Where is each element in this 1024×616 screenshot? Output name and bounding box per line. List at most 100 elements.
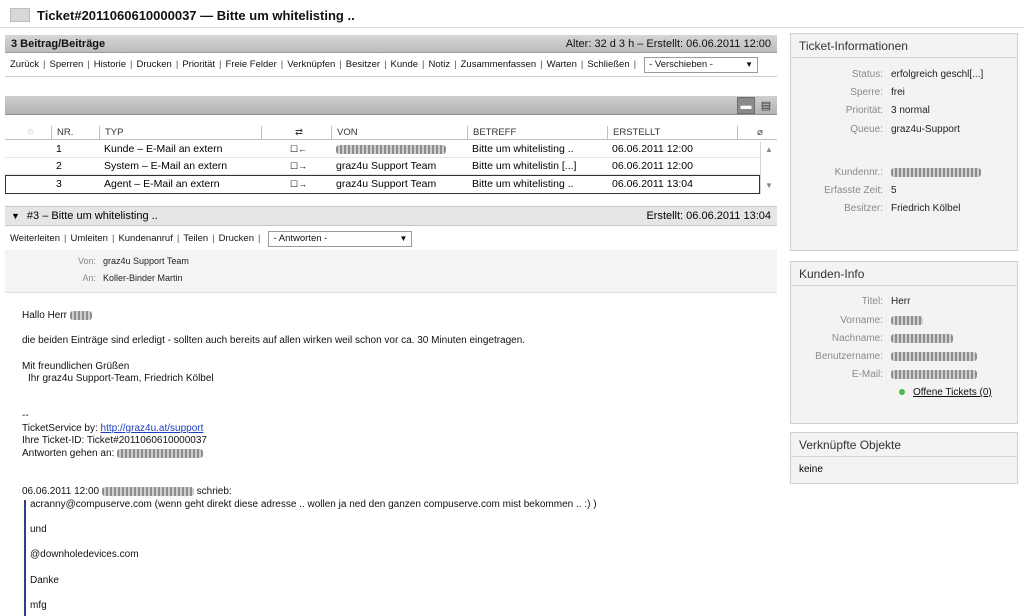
queue-label: Queue: bbox=[850, 124, 883, 135]
action-free-fields[interactable]: Freie Felder bbox=[226, 59, 277, 70]
username-value bbox=[891, 351, 977, 362]
row-subject: Bitte um whitelisting .. bbox=[472, 178, 574, 190]
col-created[interactable]: ERSTELLT bbox=[607, 126, 737, 139]
quote-line: Danke bbox=[30, 575, 59, 586]
row-direction-icon: ☐→ bbox=[289, 161, 308, 171]
redacted-email bbox=[117, 448, 204, 458]
header-divider bbox=[0, 27, 1024, 28]
open-tickets[interactable]: Offene Tickets (0) bbox=[899, 387, 992, 398]
customer-info-panel: Kunden-Info Titel: Herr Vorname: Nachname… bbox=[790, 261, 1018, 424]
to-value: Koller-Binder Martin bbox=[103, 273, 183, 283]
row-created: 06.06.2011 13:04 bbox=[612, 178, 693, 190]
time-label: Erfasste Zeit: bbox=[824, 185, 883, 196]
action-priority[interactable]: Priorität bbox=[182, 59, 215, 70]
from-label: Von: bbox=[77, 256, 96, 266]
action-pending[interactable]: Warten bbox=[547, 59, 577, 70]
salutation-value: Herr bbox=[891, 296, 911, 307]
row-from bbox=[331, 141, 467, 157]
table-row[interactable]: 1 Kunde – E-Mail an extern ☐← Bitte um w… bbox=[5, 141, 760, 158]
attachment-icon: ⌀ bbox=[737, 126, 777, 139]
quote-line: acranny@compuserve.com (wenn geht direkt… bbox=[30, 499, 597, 510]
col-type[interactable]: TYP bbox=[99, 126, 261, 139]
scroll-up-icon[interactable]: ▲ bbox=[765, 145, 773, 154]
row-from: graz4u Support Team bbox=[336, 178, 437, 190]
email-label: E-Mail: bbox=[851, 369, 883, 380]
col-subject[interactable]: BETREFF bbox=[467, 126, 607, 139]
action-history[interactable]: Historie bbox=[94, 59, 126, 70]
ticket-info-panel: Ticket-Informationen Status: erfolgreich … bbox=[790, 33, 1018, 251]
owner-value: Friedrich Kölbel bbox=[891, 203, 961, 214]
action-note[interactable]: Notiz bbox=[429, 59, 451, 70]
action-back[interactable]: Zurück bbox=[10, 59, 39, 70]
action-bounce[interactable]: Umleiten bbox=[70, 233, 108, 244]
row-created: 06.06.2011 12:00 bbox=[612, 143, 693, 155]
redacted-email bbox=[891, 369, 977, 379]
redacted-lastname bbox=[891, 333, 953, 343]
article-title: #3 – Bitte um whitelisting .. bbox=[26, 210, 158, 222]
body-reply-to: Antworten gehen an: bbox=[22, 448, 204, 459]
customer-info-title: Kunden-Info bbox=[791, 262, 1017, 286]
row-nr: 3 bbox=[56, 178, 62, 190]
lock-value: frei bbox=[891, 87, 905, 98]
ticket-info-title: Ticket-Informationen bbox=[791, 34, 1017, 58]
row-type: Agent – E-Mail an extern bbox=[104, 178, 220, 190]
firstname-label: Vorname: bbox=[840, 315, 883, 326]
chevron-down-icon: ▼ bbox=[745, 60, 754, 69]
table-row[interactable]: 2 System – E-Mail an extern ☐→ graz4u Su… bbox=[5, 158, 760, 175]
priority-value: 3 normal bbox=[891, 105, 930, 116]
collapse-triangle-icon[interactable]: ▼ bbox=[11, 211, 20, 221]
action-link[interactable]: Verknüpfen bbox=[287, 59, 335, 70]
scroll-down-icon[interactable]: ▼ bbox=[765, 181, 773, 190]
article-count: 3 Beitrag/Beiträge bbox=[11, 37, 106, 50]
body-regards: Mit freundlichen Grüßen bbox=[22, 361, 130, 372]
col-nr[interactable]: NR. bbox=[51, 126, 99, 139]
email-value bbox=[891, 369, 977, 380]
greeting: Hallo Herr bbox=[22, 310, 92, 321]
body-signature: Ihr graz4u Support-Team, Friedrich Kölbe… bbox=[28, 373, 214, 384]
action-split[interactable]: Teilen bbox=[183, 233, 208, 244]
redacted-sender bbox=[101, 486, 194, 496]
row-nr: 1 bbox=[56, 143, 62, 155]
action-owner[interactable]: Besitzer bbox=[346, 59, 380, 70]
article-action-menu: Weiterleiten | Umleiten | Kundenanruf | Tei… bbox=[5, 227, 777, 251]
table-row-selected[interactable]: 3 Agent – E-Mail an extern ☐→ graz4u Sup… bbox=[5, 175, 760, 194]
action-customer[interactable]: Kunde bbox=[391, 59, 418, 70]
quote-header: 06.06.2011 12:00 schrieb: bbox=[22, 486, 232, 497]
action-forward[interactable]: Weiterleiten bbox=[10, 233, 60, 244]
ticket-icon bbox=[10, 8, 30, 22]
row-type: System – E-Mail an extern bbox=[104, 160, 228, 172]
open-tickets-link[interactable]: Offene Tickets (0) bbox=[913, 387, 992, 398]
row-subject: Bitte um whitelistin [...] bbox=[472, 160, 577, 172]
priority-label: Priorität: bbox=[845, 105, 883, 116]
action-print-article[interactable]: Drucken bbox=[219, 233, 254, 244]
firstname-value bbox=[891, 315, 923, 326]
table-scrollbar[interactable]: ▲ ▼ bbox=[760, 142, 776, 194]
view-collapse-icon[interactable]: ▬ bbox=[737, 97, 755, 114]
quote-line: und bbox=[30, 524, 47, 535]
action-close[interactable]: Schließen bbox=[587, 59, 629, 70]
queue-value: graz4u-Support bbox=[891, 124, 960, 135]
body-ticket-id: Ihre Ticket-ID: Ticket#2011060610000037 bbox=[22, 435, 207, 446]
star-icon[interactable]: ☆ bbox=[5, 126, 51, 139]
col-from[interactable]: VON bbox=[331, 126, 467, 139]
username-label: Benutzername: bbox=[815, 351, 883, 362]
action-lock[interactable]: Sperren bbox=[50, 59, 84, 70]
redacted-username bbox=[891, 351, 977, 361]
action-phone[interactable]: Kundenanruf bbox=[118, 233, 172, 244]
row-subject: Bitte um whitelisting .. bbox=[472, 143, 574, 155]
lastname-label: Nachname: bbox=[831, 333, 883, 344]
action-merge[interactable]: Zusammenfassen bbox=[461, 59, 537, 70]
ticket-action-menu: Zurück | Sperren | Historie | Drucken | Prio… bbox=[5, 53, 777, 77]
body-line: die beiden Einträge sind erledigt - soll… bbox=[22, 335, 526, 346]
row-nr: 2 bbox=[56, 160, 62, 172]
redacted-sender bbox=[336, 144, 446, 154]
view-expand-icon[interactable]: ▤ bbox=[757, 97, 775, 114]
lock-label: Sperre: bbox=[850, 87, 883, 98]
linked-objects-panel: Verknüpfte Objekte keine bbox=[790, 432, 1018, 484]
move-select[interactable]: - Verschieben - ▼ bbox=[644, 56, 759, 73]
action-print[interactable]: Drucken bbox=[136, 59, 171, 70]
reply-select[interactable]: - Antworten - ▼ bbox=[268, 230, 413, 247]
col-direction[interactable]: ⇄ bbox=[261, 126, 331, 139]
row-type: Kunde – E-Mail an extern bbox=[104, 143, 223, 155]
service-link[interactable]: http://graz4u.at/support bbox=[101, 423, 204, 434]
